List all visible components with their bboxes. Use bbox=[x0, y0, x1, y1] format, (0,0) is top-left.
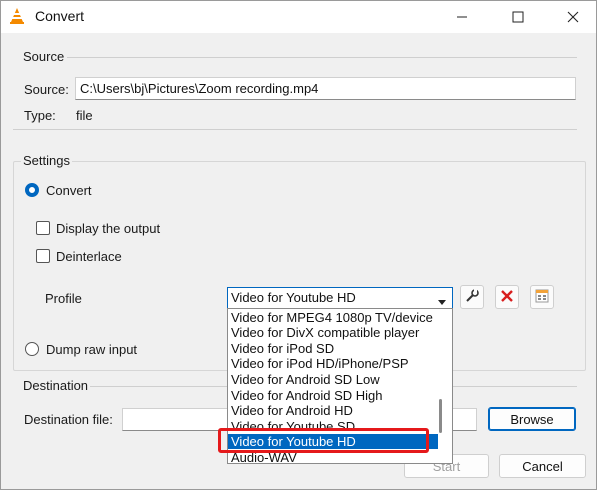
deinterlace-checkbox[interactable] bbox=[36, 249, 50, 263]
profile-option[interactable]: Video for iPod SD bbox=[228, 341, 438, 356]
close-button[interactable] bbox=[550, 1, 596, 33]
profile-label: Profile bbox=[45, 291, 82, 306]
convert-radio[interactable] bbox=[25, 183, 39, 197]
new-profile-button[interactable] bbox=[530, 285, 554, 309]
dump-raw-label[interactable]: Dump raw input bbox=[46, 342, 137, 357]
chevron-down-icon bbox=[437, 294, 447, 309]
dropdown-scrollbar[interactable] bbox=[439, 399, 442, 433]
profile-selected-value: Video for Youtube HD bbox=[231, 290, 356, 305]
profile-option[interactable]: Video for Android HD bbox=[228, 403, 438, 418]
profile-option[interactable]: Video for Android SD Low bbox=[228, 372, 438, 387]
convert-dialog: Convert Source Source: C:\Users\bj\Pictu… bbox=[0, 0, 597, 490]
settings-group-label: Settings bbox=[21, 153, 72, 168]
browse-button[interactable]: Browse bbox=[488, 407, 576, 431]
dump-raw-radio[interactable] bbox=[25, 342, 39, 356]
highlight-annotation bbox=[218, 428, 429, 453]
minimize-button[interactable] bbox=[439, 1, 485, 33]
wrench-icon bbox=[465, 288, 479, 306]
deinterlace-label[interactable]: Deinterlace bbox=[56, 249, 122, 264]
vlc-cone-icon bbox=[8, 7, 26, 25]
edit-profile-button[interactable] bbox=[460, 285, 484, 309]
destination-file-label: Destination file: bbox=[24, 412, 113, 427]
type-label: Type: bbox=[24, 108, 56, 123]
source-group-bottom-line bbox=[13, 129, 577, 130]
convert-label[interactable]: Convert bbox=[46, 183, 92, 198]
type-value: file bbox=[76, 108, 93, 123]
source-label: Source: bbox=[24, 82, 69, 97]
source-path-field[interactable]: C:\Users\bj\Pictures\Zoom recording.mp4 bbox=[75, 77, 576, 100]
source-group-line bbox=[67, 57, 577, 58]
display-output-checkbox[interactable] bbox=[36, 221, 50, 235]
new-profile-icon bbox=[534, 288, 550, 307]
profile-option[interactable]: Video for DivX compatible player bbox=[228, 325, 438, 340]
delete-profile-button[interactable] bbox=[495, 285, 519, 309]
profile-select[interactable]: Video for Youtube HD bbox=[227, 287, 453, 309]
display-output-label[interactable]: Display the output bbox=[56, 221, 160, 236]
destination-group-label: Destination bbox=[21, 378, 91, 393]
maximize-button[interactable] bbox=[495, 1, 541, 33]
red-x-icon bbox=[500, 289, 514, 306]
profile-option[interactable]: Video for MPEG4 1080p TV/device bbox=[228, 310, 438, 325]
source-group-label: Source bbox=[21, 49, 67, 64]
profile-option[interactable]: Video for Android SD High bbox=[228, 388, 438, 403]
profile-option[interactable]: Video for iPod HD/iPhone/PSP bbox=[228, 356, 438, 371]
title-bar: Convert bbox=[1, 1, 596, 33]
window-title: Convert bbox=[35, 8, 85, 24]
cancel-button[interactable]: Cancel bbox=[499, 454, 586, 478]
